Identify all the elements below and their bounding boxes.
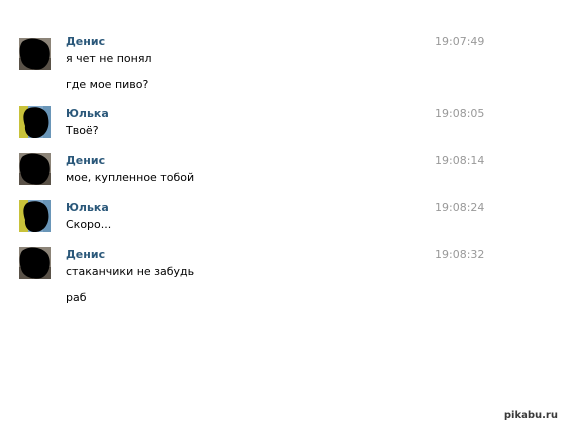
message-author[interactable]: Юлька	[66, 107, 109, 120]
message-text: Твоё?	[66, 124, 99, 137]
avatar[interactable]	[19, 247, 51, 279]
message-author[interactable]: Денис	[66, 248, 105, 261]
avatar[interactable]	[19, 153, 51, 185]
message-time: 19:08:14	[435, 154, 485, 167]
avatar[interactable]	[19, 38, 51, 70]
message-text: где мое пиво?	[66, 78, 149, 91]
message-time: 19:08:32	[435, 248, 485, 261]
message-text: раб	[66, 291, 87, 304]
message-author[interactable]: Денис	[66, 154, 105, 167]
message-text: Скоро...	[66, 218, 112, 231]
message-time: 19:07:49	[435, 35, 485, 48]
message-text: я чет не понял	[66, 52, 152, 65]
message-text: стаканчики не забудь	[66, 265, 195, 278]
avatar[interactable]	[19, 200, 51, 232]
message-text: мое, купленное тобой	[66, 171, 195, 184]
avatar[interactable]	[19, 106, 51, 138]
message-time: 19:08:24	[435, 201, 485, 214]
watermark: pikabu.ru	[503, 410, 558, 421]
chat-history: Денис 19:07:49 я чет не понял где мое пи…	[0, 0, 563, 429]
message-time: 19:08:05	[435, 107, 485, 120]
message-author[interactable]: Юлька	[66, 201, 109, 214]
message-author[interactable]: Денис	[66, 35, 105, 48]
